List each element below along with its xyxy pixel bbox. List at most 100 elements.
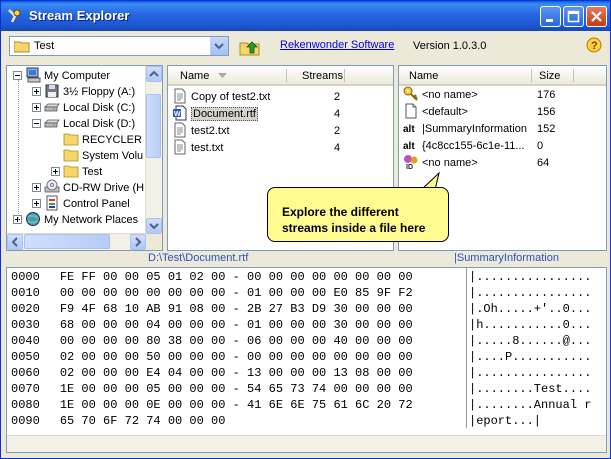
chevron-down-icon [149,223,159,230]
key-icon [403,86,419,102]
hex-offset: 0050 [11,350,40,364]
file-streams-count: 2 [334,91,341,103]
collapse-icon[interactable] [13,70,22,80]
hex-bytes: F9 4F 68 10 AB 91 08 00 - 2B 27 B3 D9 30… [59,302,413,316]
stream-row[interactable]: <default> [403,103,468,121]
tree-item-label: Test [82,166,103,178]
minimize-button[interactable] [540,6,561,27]
stream-row[interactable]: alt {4c8cc155-6c1e-11... [403,138,525,155]
tree-item[interactable]: My Computer [13,67,111,85]
column-header-streams[interactable]: Streams [302,70,343,82]
column-header-name[interactable]: Name [409,70,438,82]
hex-offset: 0020 [11,302,40,316]
collapse-icon[interactable] [32,118,41,128]
file-row[interactable]: test2.txt [172,122,230,140]
scroll-right-button[interactable] [130,234,146,250]
up-folder-icon[interactable] [239,37,261,57]
word-document-icon: W [172,105,188,121]
hex-row[interactable]: 0060 02 00 00 00 E4 04 00 00 - 13 00 00 0… [11,365,413,381]
scroll-left-button[interactable] [7,234,23,250]
expand-icon[interactable] [32,182,41,192]
text-file-icon [172,139,188,155]
stream-name: {4c8cc155-6c1e-11... [422,140,525,152]
hex-ascii: |................ [469,270,592,284]
file-row[interactable]: test.txt [172,139,223,157]
hex-horizontal-scrollbar[interactable] [7,435,606,452]
stream-size: 156 [537,106,556,118]
tree-item[interactable]: Local Disk (D:) [32,116,135,133]
hex-row[interactable]: 0040 00 00 00 00 80 38 00 00 - 06 00 00 0… [11,333,413,349]
scroll-thumb[interactable] [24,234,110,249]
folder-icon [63,163,79,179]
alt-stream-icon: alt [403,137,420,153]
column-separator[interactable] [573,69,574,82]
tree-item[interactable]: My Network Places [13,212,138,229]
column-header-size[interactable]: Size [539,70,560,82]
hex-row[interactable]: 0020 F9 4F 68 10 AB 91 08 00 - 2B 27 B3 D… [11,301,413,317]
expand-icon[interactable] [32,198,41,208]
hex-row[interactable]: 0090 65 70 6F 72 74 00 00 00 [11,413,225,429]
object-id-icon: ID [403,154,419,171]
hex-row[interactable]: 0050 02 00 00 00 50 00 00 00 - 00 00 00 0… [11,349,413,365]
file-streams-count: 4 [334,108,341,120]
tree-vertical-scrollbar[interactable] [145,66,162,234]
column-separator[interactable] [531,69,532,82]
title-bar[interactable]: Stream Explorer [1,1,610,31]
help-icon[interactable]: ? [586,37,602,53]
tree-item-label: 3½ Floppy (A:) [63,86,136,98]
stream-name: <no name> [422,89,478,101]
maximize-button[interactable] [563,6,584,27]
file-name: test2.txt [191,125,230,137]
file-row[interactable]: Copy of test2.txt [172,88,270,106]
hex-view[interactable]: 0000 FE FF 00 00 05 01 02 00 - 00 00 00 0… [6,267,607,453]
close-button[interactable] [586,6,607,27]
location-combo[interactable]: Test [9,36,229,56]
tree-item-label: RECYCLER [82,134,142,146]
hex-row[interactable]: 0070 1E 00 00 00 05 00 00 00 - 54 65 73 7… [11,381,413,397]
column-separator[interactable] [286,69,287,82]
hex-offset: 0010 [11,286,40,300]
stream-path-label: |SummaryInformation [454,252,559,264]
hex-bytes: 1E 00 00 00 0E 00 00 00 - 41 6E 6E 75 61… [59,398,413,412]
expand-icon[interactable] [32,86,41,96]
hex-ascii: |................ [469,366,592,380]
column-header-name[interactable]: Name [180,70,209,82]
hex-divider [466,268,467,428]
tree-item-label: My Computer [44,70,111,82]
stream-size: 64 [537,157,550,169]
combo-dropdown-button[interactable] [210,37,228,55]
hex-row[interactable]: 0000 FE FF 00 00 05 01 02 00 - 00 00 00 0… [11,269,413,285]
stream-row[interactable]: ID <no name> [403,155,478,172]
chevron-down-icon [214,43,224,50]
tree-item[interactable]: Control Panel [32,195,130,213]
hex-ascii: |eport...| [469,414,542,428]
expand-icon[interactable] [51,166,60,176]
hex-ascii: |....P........... [469,350,592,364]
rekenwonder-link[interactable]: Rekenwonder Software [280,39,394,51]
svg-text:?: ? [591,40,598,52]
folder-tree[interactable]: My Computer 3½ Floppy (A:) Local Disk (C:)… [6,65,163,251]
stream-row[interactable]: <no name> [403,86,478,104]
tree-item-label: Local Disk (C:) [63,102,136,114]
hex-row[interactable]: 0080 1E 00 00 00 0E 00 00 00 - 41 6E 6E 7… [11,397,413,413]
hex-bytes: 00 00 00 00 00 00 00 00 - 01 00 00 00 E0… [59,286,413,300]
column-separator[interactable] [344,69,345,82]
tree-item-label: System Volu [82,150,144,162]
tree-horizontal-scrollbar[interactable] [7,233,146,250]
scroll-down-button[interactable] [146,218,162,234]
stream-explorer-window: Stream Explorer Test Rekenwonder Softwar… [0,0,611,459]
file-streams-count: 4 [334,142,341,154]
hex-bytes: 1E 00 00 00 05 00 00 00 - 54 65 73 74 00… [59,382,413,396]
stream-name: <default> [422,106,468,118]
file-name: Document.rtf [191,107,258,121]
expand-icon[interactable] [32,102,41,112]
hex-row[interactable]: 0030 68 00 00 00 04 00 00 00 - 01 00 00 0… [11,317,413,333]
file-row[interactable]: W Document.rtf [172,105,258,123]
network-icon [25,211,41,227]
scroll-up-button[interactable] [146,66,162,82]
stream-row[interactable]: alt |SummaryInformation [403,121,527,138]
svg-text:alt: alt [403,141,415,152]
hex-row[interactable]: 0010 00 00 00 00 00 00 00 00 - 01 00 00 0… [11,285,413,301]
hex-offset: 0080 [11,398,40,412]
scroll-thumb[interactable] [146,94,161,158]
